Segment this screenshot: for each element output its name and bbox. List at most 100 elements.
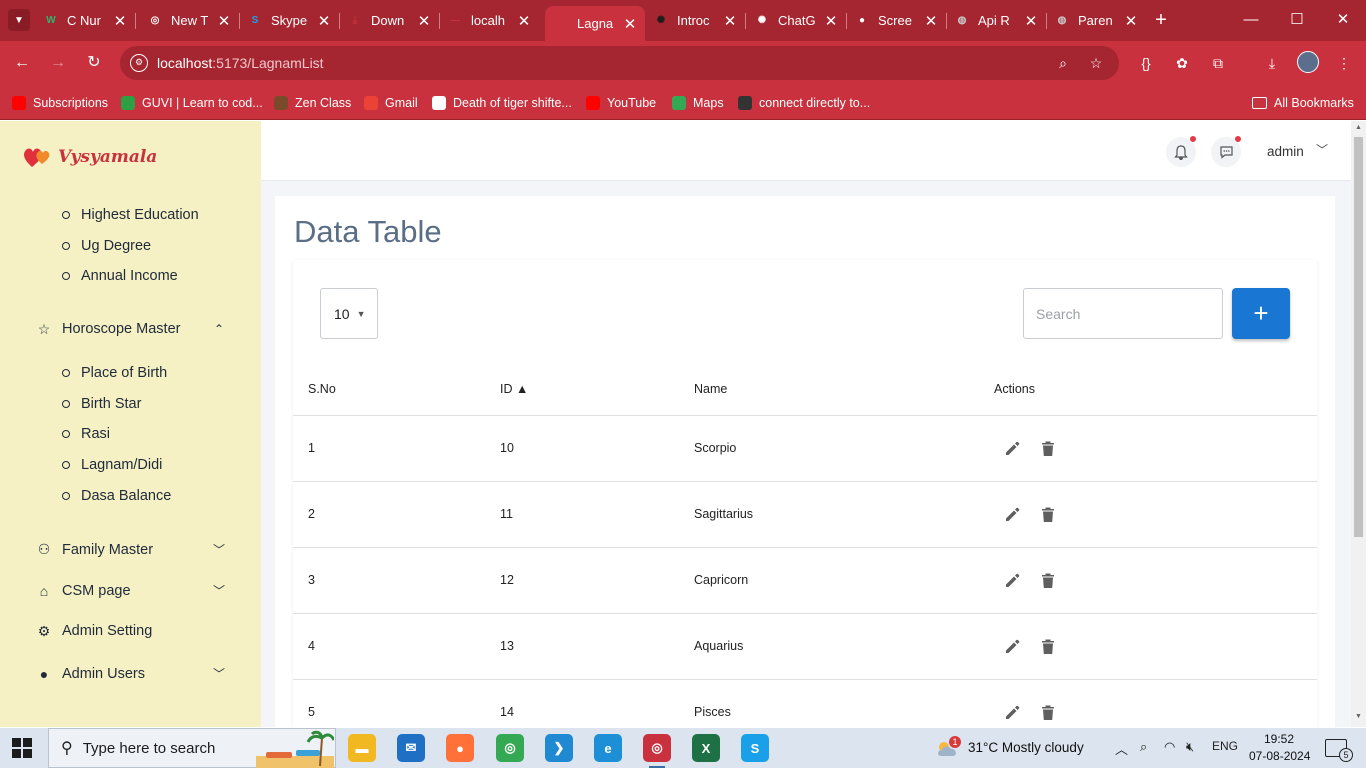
edit-icon[interactable] — [1002, 702, 1022, 722]
notifications-button[interactable] — [1166, 135, 1197, 167]
browser-tab[interactable]: ◍ Api R ✕ — [946, 6, 1046, 35]
vysyamala-logo[interactable]: Vysyamala — [22, 145, 157, 169]
all-bookmarks-button[interactable]: All Bookmarks — [1252, 93, 1354, 113]
chrome-profile-icon[interactable]: ◎ — [643, 734, 671, 768]
new-tab-button[interactable]: + — [1150, 9, 1172, 31]
delete-icon[interactable] — [1038, 702, 1058, 722]
delete-icon[interactable] — [1038, 438, 1058, 458]
excel-icon[interactable]: X — [692, 734, 720, 762]
browser-tab[interactable]: ✺ ChatG ✕ — [746, 6, 846, 35]
bookmark-item[interactable]: YouTube — [586, 93, 656, 113]
site-info-icon[interactable]: ⚙ — [130, 54, 148, 72]
close-tab-icon[interactable]: ✕ — [113, 12, 127, 30]
extension-json-icon[interactable]: {} — [1135, 52, 1157, 74]
close-tab-icon[interactable]: ✕ — [924, 12, 938, 30]
edit-icon[interactable] — [1002, 438, 1022, 458]
browser-tab[interactable]: ● Scree ✕ — [846, 6, 946, 35]
address-bar[interactable]: ⚙ localhost:5173/LagnamList ⌕ ☆ — [120, 46, 1119, 80]
edit-icon[interactable] — [1002, 504, 1022, 524]
close-tab-icon[interactable]: ✕ — [723, 12, 737, 30]
skype-icon[interactable]: S — [741, 734, 769, 762]
sidebar-subitem[interactable]: Lagnam/Didi — [62, 457, 162, 473]
close-tab-icon[interactable]: ✕ — [1024, 12, 1038, 30]
minimize-button[interactable]: — — [1228, 8, 1274, 32]
back-button[interactable]: ← — [10, 51, 34, 75]
vscode-icon[interactable]: ❯ — [545, 734, 573, 762]
bookmark-item[interactable]: GUVI | Learn to cod... — [121, 93, 263, 113]
sidebar-group-family-master[interactable]: ⚇ Family Master ﹀ — [36, 541, 226, 558]
profile-avatar[interactable] — [1297, 51, 1319, 73]
delete-icon[interactable] — [1038, 636, 1058, 656]
firefox-icon[interactable]: ● — [446, 734, 474, 762]
browser-tab[interactable]: ◎ New T ✕ — [139, 6, 239, 35]
sidebar-group-admin-users[interactable]: ● Admin Users ﹀ — [36, 665, 226, 682]
sidebar-subitem[interactable]: Rasi — [62, 426, 110, 442]
chevron-down-icon[interactable]: ﹀ — [1316, 141, 1328, 158]
sidebar-subitem[interactable]: Highest Education — [62, 207, 199, 223]
browser-tab[interactable]: W C Nur ✕ — [35, 6, 135, 35]
delete-icon[interactable] — [1038, 570, 1058, 590]
bookmark-item[interactable]: Death of tiger shifte... — [432, 93, 572, 113]
close-tab-icon[interactable]: ✕ — [317, 12, 331, 30]
bookmark-item[interactable]: Maps — [672, 93, 724, 113]
sidebar-subitem[interactable]: Ug Degree — [62, 238, 151, 254]
browser-tab[interactable]: ◍ Paren ✕ — [1046, 6, 1146, 35]
scroll-down-arrow[interactable]: ▼ — [1354, 713, 1363, 723]
edit-icon[interactable] — [1002, 636, 1022, 656]
browser-tab[interactable]: S Skype ✕ — [239, 6, 339, 35]
clock-time[interactable]: 19:52 — [1264, 732, 1294, 746]
zoom-icon[interactable]: ⌕ — [1053, 53, 1073, 73]
close-tab-icon[interactable]: ✕ — [623, 15, 637, 33]
sidebar-subitem[interactable]: Birth Star — [62, 396, 141, 412]
sidebar-subitem[interactable]: Place of Birth — [62, 365, 167, 381]
scroll-thumb[interactable] — [1354, 137, 1363, 537]
reload-button[interactable]: ↻ — [82, 51, 106, 75]
notification-center-button[interactable]: 5 — [1325, 739, 1353, 762]
close-tab-icon[interactable]: ✕ — [517, 12, 531, 30]
weather-text[interactable]: 31°C Mostly cloudy — [968, 740, 1084, 755]
page-scrollbar[interactable]: ▲ ▼ — [1351, 121, 1366, 727]
bookmark-item[interactable]: Subscriptions — [12, 93, 108, 113]
extensions-puzzle-icon[interactable]: ⧉ — [1207, 52, 1229, 74]
wifi-icon[interactable]: ◠ — [1164, 739, 1175, 755]
close-tab-icon[interactable]: ✕ — [824, 12, 838, 30]
column-header-id[interactable]: ID ▲ — [500, 382, 528, 396]
add-button[interactable]: + — [1232, 288, 1290, 339]
file-explorer-icon[interactable]: ▬ — [348, 734, 376, 762]
edit-icon[interactable] — [1002, 570, 1022, 590]
sidebar-group-admin-setting[interactable]: ⚙ Admin Setting — [36, 623, 226, 640]
close-tab-icon[interactable]: ✕ — [417, 12, 431, 30]
extension-icon[interactable]: ✿ — [1171, 52, 1193, 74]
url-text[interactable]: localhost:5173/LagnamList — [157, 55, 324, 71]
chrome-icon[interactable]: ◎ — [496, 734, 524, 762]
meet-now-icon[interactable]: ⌕ — [1140, 739, 1147, 755]
browser-tab[interactable]: — localh ✕ — [439, 6, 539, 35]
browser-tab[interactable]: ⤓ Down ✕ — [339, 6, 439, 35]
browser-tab[interactable]: ♥ Lagna ✕ — [545, 6, 645, 41]
messages-button[interactable] — [1211, 135, 1242, 167]
clock-date[interactable]: 07-08-2024 — [1249, 749, 1310, 763]
volume-muted-icon[interactable]: 🔇︎ — [1186, 739, 1194, 755]
downloads-icon[interactable]: ⤓ — [1261, 52, 1283, 74]
browser-tab[interactable]: ✺ Introc ✕ — [645, 6, 745, 35]
sidebar-subitem[interactable]: Annual Income — [62, 268, 178, 284]
delete-icon[interactable] — [1038, 504, 1058, 524]
close-tab-icon[interactable]: ✕ — [1124, 12, 1138, 30]
scroll-up-arrow[interactable]: ▲ — [1354, 124, 1363, 134]
show-hidden-icons-chevron[interactable]: ︿ — [1115, 739, 1128, 758]
bookmark-item[interactable]: Zen Class — [274, 93, 351, 113]
bookmark-item[interactable]: Gmail — [364, 93, 418, 113]
sidebar-group-csm-page[interactable]: ⌂ CSM page ﹀ — [36, 582, 226, 599]
column-header-name[interactable]: Name — [694, 382, 727, 396]
user-menu-label[interactable]: admin — [1267, 144, 1304, 159]
search-input[interactable] — [1023, 288, 1223, 339]
language-indicator[interactable]: ENG — [1212, 739, 1238, 753]
browser-menu-icon[interactable]: ⋮ — [1333, 52, 1355, 74]
mail-icon[interactable]: ✉ — [397, 734, 425, 762]
close-window-button[interactable]: ✕ — [1320, 8, 1366, 32]
sidebar-group-horoscope-master[interactable]: ☆ Horoscope Master ⌃ — [36, 321, 226, 338]
sidebar-subitem[interactable]: Dasa Balance — [62, 488, 171, 504]
page-size-select[interactable]: 10 ▼ — [320, 288, 378, 339]
edge-icon[interactable]: e — [594, 734, 622, 762]
maximize-button[interactable]: ☐ — [1274, 8, 1320, 32]
